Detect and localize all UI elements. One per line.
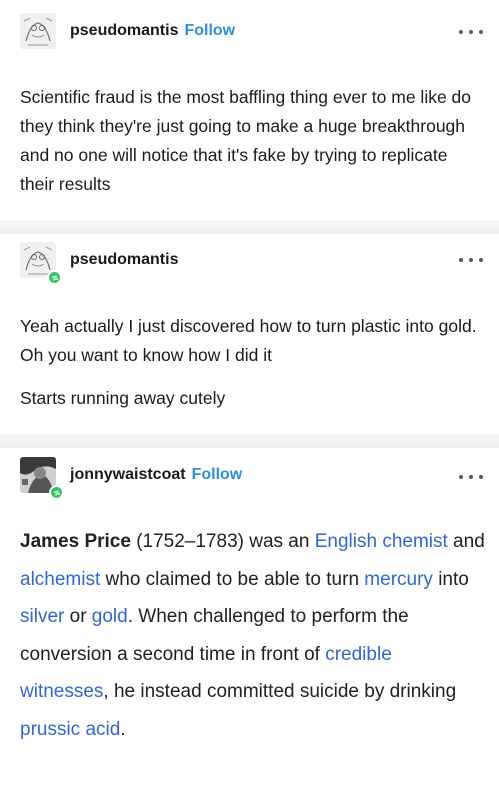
- follow-button[interactable]: Follow: [184, 22, 235, 39]
- post-body: Yeah actually I just discovered how to t…: [20, 312, 485, 413]
- wiki-text: who claimed to be able to turn: [100, 568, 365, 590]
- wiki-text: and: [447, 531, 485, 552]
- more-options-icon[interactable]: [459, 27, 483, 37]
- wikipedia-excerpt: James Price (1752–1783) was an English c…: [20, 523, 485, 748]
- wiki-text: , he instead committed suicide by drinki…: [103, 681, 457, 702]
- link-english-chemist[interactable]: English chemist: [315, 531, 448, 552]
- post-separator: [0, 220, 499, 234]
- reblog-badge-icon: [47, 270, 62, 285]
- username[interactable]: pseudomantis: [70, 251, 178, 269]
- wiki-text: or: [64, 606, 92, 627]
- wiki-text: .: [120, 718, 126, 740]
- wiki-text: into: [432, 568, 469, 590]
- username[interactable]: jonnywaistcoat Follow: [70, 466, 242, 484]
- link-prussic-acid[interactable]: prussic acid: [20, 719, 120, 740]
- post-1: pseudomantis Follow Scientific fraud is t…: [0, 0, 499, 220]
- more-options-icon[interactable]: [459, 472, 483, 482]
- article-subject: James Price: [20, 531, 131, 552]
- post-separator: [0, 434, 499, 448]
- username[interactable]: pseudomantis Follow: [70, 22, 235, 40]
- post-2: pseudomantis Yeah actually I just discov…: [0, 234, 499, 434]
- username-text[interactable]: pseudomantis: [70, 251, 178, 268]
- link-mercury[interactable]: mercury: [364, 569, 433, 590]
- doodle-avatar-icon[interactable]: [20, 13, 56, 49]
- username-text[interactable]: pseudomantis: [70, 22, 178, 39]
- link-silver[interactable]: silver: [20, 606, 64, 627]
- wiki-text: (1752–1783) was an: [130, 531, 315, 552]
- link-gold[interactable]: gold: [92, 606, 128, 627]
- reblog-badge-icon: [49, 485, 64, 500]
- username-text[interactable]: jonnywaistcoat: [70, 466, 186, 483]
- more-options-icon[interactable]: [459, 255, 483, 265]
- post-3: jonnywaistcoat Follow: [0, 448, 499, 524]
- post-paragraph: Yeah actually I just discovered how to t…: [20, 316, 477, 365]
- post-paragraph: Starts running away cutely: [20, 388, 226, 408]
- follow-button[interactable]: Follow: [192, 466, 243, 483]
- post-body: Scientific fraud is the most baffling th…: [20, 83, 485, 199]
- post-paragraph: Scientific fraud is the most baffling th…: [20, 87, 472, 194]
- link-alchemist[interactable]: alchemist: [20, 569, 100, 590]
